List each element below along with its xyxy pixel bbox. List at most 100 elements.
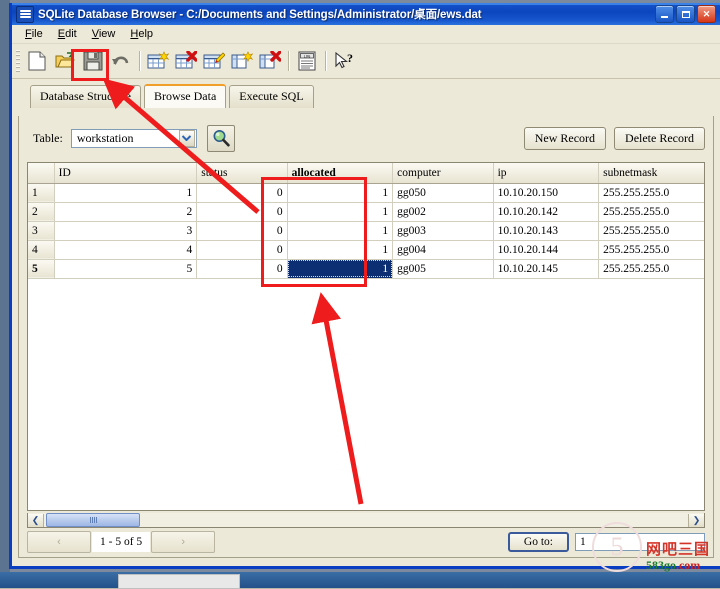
menu-item-help[interactable]: Help: [123, 26, 160, 42]
toolbar-grip[interactable]: [16, 50, 20, 72]
cell-allocated-selected[interactable]: 1: [287, 259, 394, 279]
cell-status[interactable]: 0: [196, 259, 288, 279]
cell-ip[interactable]: 10.10.20.144: [493, 240, 600, 260]
save-icon[interactable]: [80, 48, 106, 74]
taskbar: [0, 572, 720, 589]
cell-computer[interactable]: gg003: [392, 221, 494, 241]
minimize-button[interactable]: [655, 5, 674, 23]
cell-status[interactable]: 0: [196, 202, 288, 222]
undo-icon[interactable]: [108, 48, 134, 74]
table-selector-row: Table: workstation New Record Delete Rec…: [33, 124, 705, 152]
table-label: Table:: [33, 130, 63, 145]
chevron-down-icon[interactable]: [178, 129, 195, 147]
cell-ip[interactable]: 10.10.20.145: [493, 259, 600, 279]
column-header-computer[interactable]: computer: [392, 163, 494, 184]
svg-text:?: ?: [347, 51, 353, 65]
title-bar: SQLite Database Browser - C:/Documents a…: [12, 3, 720, 25]
cell-computer[interactable]: gg004: [392, 240, 494, 260]
table-select[interactable]: workstation: [70, 128, 197, 148]
watermark-url: 583go.com: [645, 557, 701, 572]
table-row[interactable]: 1 1 0 1 gg050 10.10.20.150 255.255.255.0…: [28, 183, 704, 203]
row-header[interactable]: 4: [28, 240, 55, 260]
close-button[interactable]: ✕: [697, 5, 716, 23]
goto-button[interactable]: Go to:: [507, 532, 569, 552]
cell-subnetmask[interactable]: 255.255.255.0: [598, 183, 704, 203]
next-page-button[interactable]: ›: [151, 531, 216, 553]
cell-ip[interactable]: 10.10.20.143: [493, 221, 600, 241]
column-header-status[interactable]: status: [196, 163, 288, 184]
whats-this-icon[interactable]: ?: [331, 48, 357, 74]
cell-id[interactable]: 2: [54, 202, 198, 222]
cell-allocated[interactable]: 1: [287, 240, 394, 260]
menu-item-edit[interactable]: Edit: [51, 26, 84, 42]
open-database-icon[interactable]: [52, 48, 78, 74]
row-header[interactable]: 1: [28, 183, 55, 203]
menu-item-file[interactable]: File: [18, 26, 50, 42]
scrollbar-thumb[interactable]: [46, 513, 140, 527]
column-header-id[interactable]: ID: [54, 163, 198, 184]
tab-execute-sql[interactable]: Execute SQL: [229, 85, 314, 108]
cell-status[interactable]: 0: [196, 221, 288, 241]
cell-allocated[interactable]: 1: [287, 221, 394, 241]
column-header-ip[interactable]: ip: [493, 163, 600, 184]
cell-allocated[interactable]: 1: [287, 183, 394, 203]
log-icon[interactable]: LOG: [294, 48, 320, 74]
tab-browse-data[interactable]: Browse Data: [143, 84, 227, 108]
cell-subnetmask[interactable]: 255.255.255.0: [598, 202, 704, 222]
cell-subnetmask[interactable]: 255.255.255.0: [598, 221, 704, 241]
watermark-url-tld: .com: [675, 557, 701, 572]
browse-data-panel: Table: workstation New Record Delete Rec…: [18, 116, 714, 558]
cell-status[interactable]: 0: [196, 240, 288, 260]
cell-id[interactable]: 3: [54, 221, 198, 241]
table-row[interactable]: 3 3 0 1 gg003 10.10.20.143 255.255.255.0…: [28, 221, 704, 241]
create-table-icon[interactable]: [145, 48, 171, 74]
watermark-url-name: 583go: [645, 557, 676, 572]
menu-item-view[interactable]: View: [85, 26, 123, 42]
delete-table-icon[interactable]: [173, 48, 199, 74]
cell-id[interactable]: 5: [54, 259, 198, 279]
cell-ip[interactable]: 10.10.20.150: [493, 183, 600, 203]
cell-subnetmask[interactable]: 255.255.255.0: [598, 240, 704, 260]
menu-item-file-rest: ile: [31, 28, 43, 40]
toolbar: LOG ?: [12, 44, 720, 79]
tab-strip: Database Structure Browse Data Execute S…: [12, 79, 720, 108]
tab-database-structure[interactable]: Database Structure: [30, 85, 141, 108]
window-title: SQLite Database Browser - C:/Documents a…: [38, 9, 482, 21]
grid-corner-header[interactable]: [28, 163, 55, 184]
cell-status[interactable]: 0: [196, 183, 288, 203]
delete-record-button[interactable]: Delete Record: [614, 126, 705, 150]
menu-item-view-rest: iew: [98, 28, 116, 40]
cell-subnetmask[interactable]: 255.255.255.0: [598, 259, 704, 279]
row-header[interactable]: 3: [28, 221, 55, 241]
table-row[interactable]: 4 4 0 1 gg004 10.10.20.144 255.255.255.0…: [28, 240, 704, 260]
row-header[interactable]: 2: [28, 202, 55, 222]
table-row[interactable]: 2 2 0 1 gg002 10.10.20.142 255.255.255.0…: [28, 202, 704, 222]
cell-id[interactable]: 4: [54, 240, 198, 260]
toolbar-separator-3: [325, 51, 326, 71]
cell-id[interactable]: 1: [54, 183, 198, 203]
new-database-icon[interactable]: [24, 48, 50, 74]
delete-index-icon[interactable]: [257, 48, 283, 74]
previous-page-button[interactable]: ‹: [27, 531, 91, 553]
scroll-left-arrow-icon[interactable]: ❮: [28, 513, 44, 527]
column-header-subnetmask[interactable]: subnetmask: [598, 163, 704, 184]
cell-computer[interactable]: gg050: [392, 183, 494, 203]
data-grid[interactable]: ID status allocated computer ip subnetma…: [27, 162, 705, 511]
record-range-label: 1 - 5 of 5: [92, 532, 151, 552]
taskbar-item[interactable]: [118, 574, 240, 589]
maximize-button[interactable]: [676, 5, 695, 23]
create-index-icon[interactable]: [229, 48, 255, 74]
svg-text:LOG: LOG: [304, 55, 310, 59]
cell-ip[interactable]: 10.10.20.142: [493, 202, 600, 222]
column-header-allocated[interactable]: allocated: [287, 163, 394, 184]
modify-table-icon[interactable]: [201, 48, 227, 74]
application-window: SQLite Database Browser - C:/Documents a…: [9, 3, 720, 569]
row-header[interactable]: 5: [28, 259, 55, 279]
new-record-button[interactable]: New Record: [523, 126, 607, 150]
table-row[interactable]: 5 5 0 1 gg005 10.10.20.145 255.255.255.0…: [28, 259, 704, 279]
toolbar-separator: [139, 51, 140, 71]
magnifier-icon[interactable]: [206, 124, 235, 152]
cell-computer[interactable]: gg002: [392, 202, 494, 222]
cell-allocated[interactable]: 1: [287, 202, 394, 222]
cell-computer[interactable]: gg005: [392, 259, 494, 279]
